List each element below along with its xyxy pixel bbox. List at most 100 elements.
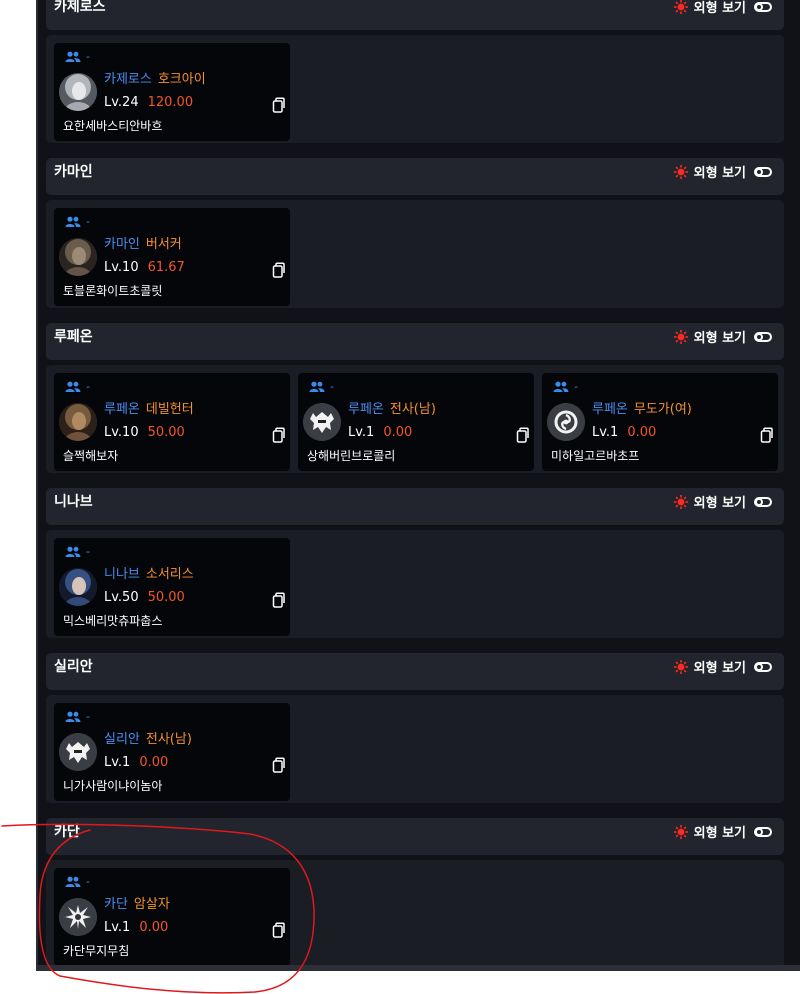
- character-level: Lv.24: [104, 95, 139, 110]
- class-avatar: [59, 898, 97, 936]
- copy-icon[interactable]: [270, 592, 286, 608]
- character-name: 상해버린브로콜리: [307, 449, 396, 463]
- server-name: 카제로스: [104, 72, 152, 87]
- toggle-icon[interactable]: [754, 1, 772, 12]
- level-line: Lv.1 0.00: [592, 425, 656, 441]
- character-card[interactable]: - 카마인 버서커 Lv.10 61.67 토블론화이트초콜릿: [54, 208, 290, 306]
- character-level: Lv.10: [104, 425, 139, 440]
- copy-icon[interactable]: [758, 427, 774, 443]
- server-name: 루페온: [592, 402, 628, 417]
- group-icon: [65, 876, 81, 888]
- server-class-line: 실리안 전사(남): [104, 732, 192, 748]
- character-name: 토블론화이트초콜릿: [63, 284, 163, 298]
- appearance-toggle[interactable]: 외형 보기: [673, 653, 772, 680]
- character-card[interactable]: - 실리안 전사(남) Lv.1 0.00 니가사람이냐이놈아: [54, 703, 290, 801]
- group-icon: [553, 381, 569, 393]
- toggle-icon[interactable]: [754, 331, 772, 342]
- character-level: Lv.1: [104, 920, 131, 935]
- server-title: 카마인: [54, 164, 93, 180]
- character-level: Lv.10: [104, 260, 139, 275]
- copy-icon[interactable]: [270, 757, 286, 773]
- character-name: 카단무지무침: [63, 944, 130, 958]
- level-line: Lv.1 0.00: [348, 425, 412, 441]
- party-indicator: -: [309, 380, 334, 394]
- party-indicator: -: [65, 50, 90, 64]
- level-line: Lv.1 0.00: [104, 920, 168, 936]
- copy-icon[interactable]: [514, 427, 530, 443]
- appearance-toggle[interactable]: 외형 보기: [673, 488, 772, 515]
- character-name: 미하일고르바초프: [551, 449, 640, 463]
- class-name: 소서리스: [145, 567, 194, 582]
- item-level: 0.00: [383, 425, 413, 440]
- toggle-icon[interactable]: [754, 496, 772, 507]
- copy-icon[interactable]: [270, 262, 286, 278]
- server-name: 루페온: [104, 402, 140, 417]
- sun-icon: [673, 0, 689, 15]
- server-title: 카단: [54, 824, 80, 840]
- group-icon: [309, 381, 325, 393]
- item-level: 0.00: [139, 920, 169, 935]
- level-line: Lv.24 120.00: [104, 95, 193, 111]
- character-card[interactable]: - 카제로스 호크아이 Lv.24 120.00 요한세바스티안바흐: [54, 43, 290, 141]
- character-level: Lv.50: [104, 590, 139, 605]
- level-line: Lv.10 50.00: [104, 425, 185, 441]
- copy-icon[interactable]: [270, 427, 286, 443]
- character-level: Lv.1: [592, 425, 619, 440]
- item-level: 0.00: [139, 755, 169, 770]
- server-name: 카마인: [104, 237, 140, 252]
- party-value: -: [86, 215, 90, 228]
- panel-border: [36, 0, 38, 970]
- appearance-toggle[interactable]: 외형 보기: [673, 323, 772, 350]
- party-value: -: [86, 710, 90, 723]
- group-icon: [65, 216, 81, 228]
- character-card[interactable]: - 카단 암살자 Lv.1 0.00 카단무지무침: [54, 868, 290, 966]
- server-section-header: 카마인 외형 보기: [46, 158, 784, 195]
- item-level: 120.00: [147, 95, 194, 110]
- character-level: Lv.1: [104, 755, 131, 770]
- party-indicator: -: [65, 380, 90, 394]
- party-indicator: -: [65, 710, 90, 724]
- toggle-icon[interactable]: [754, 826, 772, 837]
- bottom-scroll-bar[interactable]: [36, 965, 800, 971]
- copy-icon[interactable]: [270, 97, 286, 113]
- character-name: 믹스베리맛츄파춥스: [63, 614, 163, 628]
- class-avatar: [59, 733, 97, 771]
- copy-icon[interactable]: [270, 922, 286, 938]
- server-name: 니나브: [104, 567, 140, 582]
- character-card-row: - 카마인 버서커 Lv.10 61.67 토블론화이트초콜릿: [46, 200, 784, 308]
- class-avatar: [59, 403, 97, 441]
- character-card[interactable]: - 루페온 데빌헌터 Lv.10 50.00 슬쩍해보자: [54, 373, 290, 471]
- server-title: 니나브: [54, 494, 93, 510]
- level-line: Lv.10 61.67: [104, 260, 185, 276]
- party-value: -: [330, 380, 334, 393]
- sun-icon: [673, 659, 689, 675]
- level-line: Lv.1 0.00: [104, 755, 168, 771]
- group-icon: [65, 51, 81, 63]
- character-card-row: - 카단 암살자 Lv.1 0.00 카단무지무침: [46, 860, 784, 968]
- appearance-toggle[interactable]: 외형 보기: [673, 0, 772, 20]
- server-section-header: 실리안 외형 보기: [46, 653, 784, 690]
- class-avatar: [547, 403, 585, 441]
- appearance-label: 외형 보기: [693, 331, 746, 346]
- appearance-label: 외형 보기: [693, 166, 746, 181]
- character-card-row: - 카제로스 호크아이 Lv.24 120.00 요한세바스티안바흐: [46, 35, 784, 143]
- toggle-icon[interactable]: [754, 661, 772, 672]
- character-name: 요한세바스티안바흐: [63, 119, 163, 133]
- server-class-line: 니나브 소서리스: [104, 567, 194, 583]
- server-section-header: 카제로스 외형 보기: [46, 0, 784, 30]
- server-section-header: 니나브 외형 보기: [46, 488, 784, 525]
- party-indicator: -: [553, 380, 578, 394]
- appearance-toggle[interactable]: 외형 보기: [673, 158, 772, 185]
- appearance-toggle[interactable]: 외형 보기: [673, 818, 772, 845]
- class-avatar: [59, 238, 97, 276]
- toggle-icon[interactable]: [754, 166, 772, 177]
- item-level: 61.67: [147, 260, 185, 275]
- character-card[interactable]: - 루페온 무도가(여) Lv.1 0.00 미하일고르바초프: [542, 373, 778, 471]
- class-name: 데빌헌터: [145, 402, 194, 417]
- group-icon: [65, 711, 81, 723]
- server-name: 루페온: [348, 402, 384, 417]
- character-card[interactable]: - 니나브 소서리스 Lv.50 50.00 믹스베리맛츄파춥스: [54, 538, 290, 636]
- class-avatar: [303, 403, 341, 441]
- character-card[interactable]: - 루페온 전사(남) Lv.1 0.00 상해버린브로콜리: [298, 373, 534, 471]
- character-name: 슬쩍해보자: [63, 449, 119, 463]
